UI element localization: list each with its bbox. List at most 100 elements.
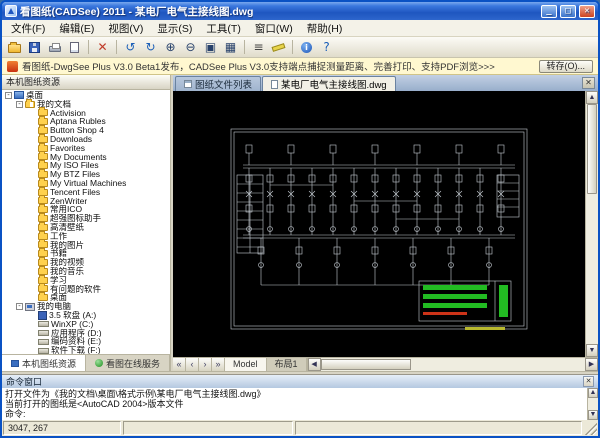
zoom-extents-icon[interactable]: ▦ bbox=[221, 38, 240, 56]
tree-item[interactable]: Tencent Files bbox=[2, 188, 170, 197]
tree-item[interactable]: 书籍 bbox=[2, 249, 170, 258]
tree-item[interactable]: 桌面 bbox=[2, 293, 170, 302]
scroll-up-button[interactable]: ▲ bbox=[586, 91, 598, 104]
sidebar-header: 本机图纸资源 bbox=[2, 75, 170, 90]
open-file-icon[interactable] bbox=[5, 38, 24, 56]
tree-item[interactable]: 3.5 软盘 (A:) bbox=[2, 311, 170, 320]
scroll-left-button[interactable]: ◀ bbox=[308, 358, 321, 371]
tree-item[interactable]: My ISO Files bbox=[2, 161, 170, 170]
layout-nav-first[interactable]: « bbox=[173, 358, 186, 371]
help-icon[interactable]: ? bbox=[317, 38, 336, 56]
menu-item-edit[interactable]: 编辑(E) bbox=[52, 20, 101, 37]
tree-item[interactable]: 我的图片 bbox=[2, 241, 170, 250]
sidebar-tab-label: 看图在线服务 bbox=[106, 357, 160, 370]
tree-item[interactable]: My Documents bbox=[2, 153, 170, 162]
rotate-left-icon[interactable]: ↺ bbox=[121, 38, 140, 56]
desktop-icon bbox=[14, 91, 24, 99]
menu-item-help[interactable]: 帮助(H) bbox=[300, 20, 350, 37]
layout-tab-layout1[interactable]: 布局1 bbox=[267, 358, 307, 371]
maximize-button[interactable]: □ bbox=[560, 5, 576, 18]
status-bar: 3047, 267 bbox=[2, 420, 598, 436]
scroll-down-button[interactable]: ▼ bbox=[586, 344, 598, 357]
command-close-icon[interactable]: ✕ bbox=[583, 376, 594, 387]
tree-item[interactable]: 工作 bbox=[2, 232, 170, 241]
tree-item-label: Button Shop 4 bbox=[50, 126, 104, 135]
layout-tab-model[interactable]: Model bbox=[225, 358, 267, 371]
title-bar[interactable]: 看图纸(CADSee) 2011 - 某电厂电气主接线图.dwg _ □ ✕ bbox=[2, 2, 598, 20]
tree-item[interactable]: Downloads bbox=[2, 135, 170, 144]
close-button[interactable]: ✕ bbox=[579, 5, 595, 18]
scroll-track[interactable] bbox=[411, 358, 585, 371]
rotate-right-icon[interactable]: ↻ bbox=[141, 38, 160, 56]
notice-action-button[interactable]: 转存(O)... bbox=[539, 60, 594, 73]
tree-item[interactable]: 学习 bbox=[2, 276, 170, 285]
cad-canvas[interactable] bbox=[173, 91, 585, 357]
menu-item-window[interactable]: 窗口(W) bbox=[248, 20, 300, 37]
resize-grip[interactable] bbox=[584, 421, 597, 435]
print-icon[interactable] bbox=[45, 38, 64, 56]
command-history[interactable]: 打开文件为《我的文档\桌面\格式示例\某电厂电气主接线图.dwg》当前打开的图纸… bbox=[2, 388, 587, 420]
layout-nav-next[interactable]: › bbox=[199, 358, 212, 371]
menu-item-file[interactable]: 文件(F) bbox=[4, 20, 52, 37]
scroll-down-button[interactable]: ▼ bbox=[588, 410, 598, 420]
notice-bar: 看图纸-DwgSee Plus V3.0 Beta1发布，CADSee Plus… bbox=[2, 58, 598, 75]
close-drawing-icon[interactable]: ✕ bbox=[93, 38, 112, 56]
menu-item-display[interactable]: 显示(S) bbox=[150, 20, 199, 37]
horizontal-scroll-thumb[interactable] bbox=[321, 359, 411, 370]
menu-item-view[interactable]: 视图(V) bbox=[101, 20, 150, 37]
scroll-right-button[interactable]: ▶ bbox=[585, 358, 598, 371]
tab-drawing[interactable]: 某电厂电气主接线图.dwg bbox=[262, 76, 396, 91]
tree-item[interactable]: My BTZ Files bbox=[2, 170, 170, 179]
sidebar-tab-local[interactable]: 本机图纸资源 bbox=[2, 355, 86, 371]
layers-icon[interactable]: ≡ bbox=[249, 38, 268, 56]
tree-item[interactable]: -我的电脑 bbox=[2, 302, 170, 311]
scroll-track[interactable] bbox=[586, 194, 598, 344]
measure-icon[interactable] bbox=[269, 38, 288, 56]
tree-item[interactable]: -我的文档 bbox=[2, 100, 170, 109]
vertical-scrollbar[interactable]: ▲ ▼ bbox=[585, 91, 598, 357]
zoom-in-icon[interactable]: ⊕ bbox=[161, 38, 180, 56]
save-icon[interactable] bbox=[25, 38, 44, 56]
sidebar-tab-online[interactable]: 看图在线服务 bbox=[86, 355, 170, 371]
toolbar-separator bbox=[88, 40, 89, 54]
tree-item[interactable]: 我的音乐 bbox=[2, 267, 170, 276]
tree-item[interactable]: 高清壁纸 bbox=[2, 223, 170, 232]
tree-item[interactable]: 常用ICO bbox=[2, 205, 170, 214]
scroll-track[interactable] bbox=[588, 398, 598, 410]
tree-item[interactable]: 超强图标助手 bbox=[2, 214, 170, 223]
tree-item[interactable]: 编码资料 (E:) bbox=[2, 337, 170, 346]
close-tab-button[interactable]: ✕ bbox=[582, 77, 595, 89]
print-preview-icon[interactable] bbox=[65, 38, 84, 56]
tree-item[interactable]: 我的视频 bbox=[2, 258, 170, 267]
tree-item[interactable]: 应用程序 (D:) bbox=[2, 329, 170, 338]
cursor-coordinates: 3047, 267 bbox=[3, 421, 121, 435]
tree-item[interactable]: Activision bbox=[2, 109, 170, 118]
zoom-out-icon[interactable]: ⊖ bbox=[181, 38, 200, 56]
tab-file-list[interactable]: 图纸文件列表 bbox=[175, 76, 261, 91]
command-prompt[interactable]: 命令: bbox=[5, 409, 584, 419]
tree-item[interactable]: Favorites bbox=[2, 144, 170, 153]
command-scrollbar[interactable]: ▲ ▼ bbox=[587, 388, 598, 420]
zoom-window-icon[interactable]: ▣ bbox=[201, 38, 220, 56]
docs-icon bbox=[25, 101, 35, 108]
layout-nav-prev[interactable]: ‹ bbox=[186, 358, 199, 371]
info-icon[interactable]: i bbox=[297, 38, 316, 56]
tree-expander-minus-icon[interactable]: - bbox=[16, 101, 23, 108]
horizontal-scrollbar[interactable]: ◀ ▶ bbox=[307, 358, 598, 371]
status-panel bbox=[295, 421, 582, 435]
tree-item[interactable]: Aptana Rubles bbox=[2, 117, 170, 126]
tree-item[interactable]: 软件下载 (F:) bbox=[2, 346, 170, 354]
tree-expander-minus-icon[interactable]: - bbox=[16, 303, 23, 310]
tree-item[interactable]: Button Shop 4 bbox=[2, 126, 170, 135]
tree-expander-minus-icon[interactable]: - bbox=[5, 92, 12, 99]
menu-item-tools[interactable]: 工具(T) bbox=[199, 20, 247, 37]
vertical-scroll-thumb[interactable] bbox=[587, 104, 597, 194]
tree-item-label: 高清壁纸 bbox=[50, 223, 84, 232]
minimize-button[interactable]: _ bbox=[541, 5, 557, 18]
scroll-up-button[interactable]: ▲ bbox=[588, 388, 598, 398]
layout-nav-last[interactable]: » bbox=[212, 358, 225, 371]
tree-item[interactable]: My Virtual Machines bbox=[2, 179, 170, 188]
tree-item[interactable]: WinXP (C:) bbox=[2, 320, 170, 329]
tree-item[interactable]: ZenWriter bbox=[2, 197, 170, 206]
tree-item[interactable]: 有问题的软件 bbox=[2, 285, 170, 294]
